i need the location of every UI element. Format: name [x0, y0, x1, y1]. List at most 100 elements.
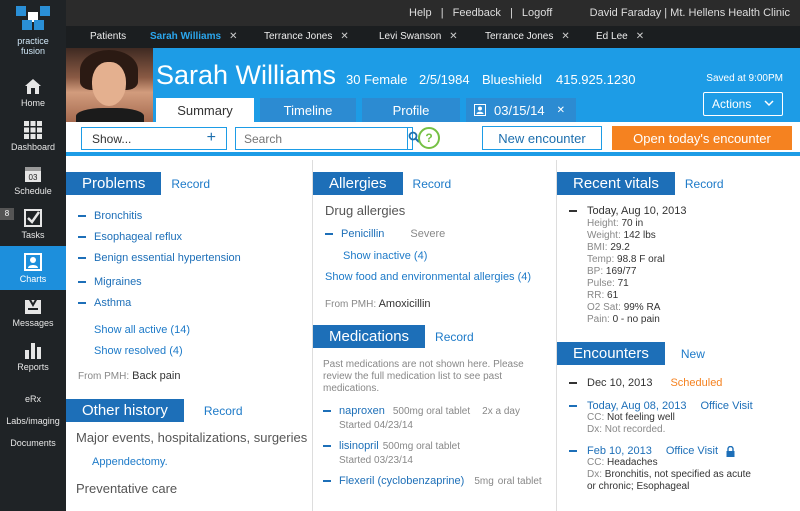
search-input[interactable]	[236, 128, 407, 149]
problems-from-pmh: From PMH: Back pain	[78, 370, 181, 382]
summary-content: Problems Record Bronchitis Esophageal re…	[66, 160, 800, 511]
problem-item[interactable]: Bronchitis	[78, 205, 310, 226]
other-history-title: Other history	[66, 399, 184, 422]
vital-row: BP: 169/77	[587, 266, 637, 277]
close-icon[interactable]: ✕	[557, 105, 565, 116]
tab-timeline[interactable]: Timeline	[260, 98, 356, 122]
medications-record-link[interactable]: Record	[435, 330, 474, 344]
logoff-link[interactable]: Logoff	[522, 7, 552, 19]
new-encounter-button[interactable]: New encounter	[482, 126, 602, 150]
plus-icon: +	[206, 129, 216, 146]
nav-tasks-label: Tasks	[21, 229, 45, 240]
vitals-header: Recent vitals Record	[557, 172, 800, 195]
help-icon[interactable]: ?	[418, 127, 440, 149]
medication-item[interactable]: lisinopril 500mg oral tablet Started 03/…	[323, 440, 544, 466]
nav-home[interactable]: Home	[0, 70, 66, 114]
patient-header: Sarah Williams 30 Female 2/5/1984 Bluesh…	[66, 48, 800, 122]
nav-erx[interactable]: eRx	[0, 388, 66, 410]
nav-documents[interactable]: Documents	[0, 432, 66, 454]
vitals-record-link[interactable]: Record	[685, 177, 724, 191]
encounter-item[interactable]: Feb 10, 2013 Office Visit CC: Headaches …	[569, 445, 800, 493]
medications-title: Medications	[313, 325, 426, 348]
show-dropdown[interactable]: Show... +	[81, 127, 227, 150]
allergy-severity: Severe	[410, 228, 446, 240]
encounter-status: Scheduled	[670, 377, 723, 389]
problem-item[interactable]: Migraines	[78, 271, 310, 292]
patient-age-sex: 30 Female	[346, 72, 408, 87]
vital-row: Weight: 142 lbs	[587, 230, 656, 241]
patient-tabs-bar: Patients Sarah Williams ✕ Terrance Jones ✕…	[66, 26, 800, 48]
actions-dropdown[interactable]: Actions	[703, 92, 783, 116]
close-icon[interactable]: ✕	[449, 31, 457, 42]
other-history-record-link[interactable]: Record	[204, 404, 243, 418]
logo-text: practice fusion	[17, 36, 49, 56]
chart-toolbar: Show... + ? New encounter Open today's e…	[66, 122, 800, 156]
patient-tab-sarah-williams[interactable]: Sarah Williams ✕	[150, 31, 237, 42]
top-links: Help | Feedback | Logoff	[409, 7, 558, 19]
nav-dashboard[interactable]: Dashboard	[0, 114, 66, 158]
column-left: Problems Record Bronchitis Esophageal re…	[66, 160, 310, 511]
nav-messages[interactable]: Messages	[0, 290, 66, 334]
medications-note: Past medications are not shown here. Ple…	[323, 359, 524, 394]
tasks-badge: 8	[0, 208, 14, 220]
left-sidebar: practice fusion Home Dashboard 03 Schedul…	[0, 0, 66, 511]
nav-schedule[interactable]: 03 Schedule	[0, 158, 66, 202]
vital-row: Temp: 98.8 F oral	[587, 254, 665, 265]
nav-charts[interactable]: Charts	[0, 246, 66, 290]
problem-item[interactable]: Asthma	[78, 292, 310, 313]
top-bar: Help | Feedback | Logoff David Faraday |…	[66, 0, 800, 26]
encounter-item[interactable]: Dec 10, 2013 Scheduled	[569, 377, 800, 389]
medication-item[interactable]: Flexeril (cyclobenzaprine) 5mg oral tabl…	[323, 475, 544, 487]
problem-item[interactable]: Esophageal reflux	[78, 226, 310, 247]
medication-item[interactable]: naproxen 500mg oral tablet 2x a day Star…	[323, 405, 544, 431]
help-link[interactable]: Help	[409, 7, 432, 19]
problems-header: Problems Record	[66, 172, 310, 195]
app-logo[interactable]: practice fusion	[0, 0, 66, 70]
patient-photo	[66, 48, 153, 122]
patient-tab-terrance-jones[interactable]: Terrance Jones ✕	[264, 31, 349, 42]
nav-tasks[interactable]: 8 Tasks	[0, 202, 66, 246]
user-info[interactable]: David Faraday | Mt. Hellens Health Clini…	[590, 7, 790, 19]
patients-tab[interactable]: Patients	[90, 31, 126, 42]
show-all-active-link[interactable]: Show all active (14)	[94, 324, 310, 336]
home-icon	[22, 77, 44, 95]
close-icon[interactable]: ✕	[636, 31, 644, 42]
show-inactive-allergies-link[interactable]: Show inactive (4)	[343, 250, 554, 262]
nav-messages-label: Messages	[12, 317, 54, 328]
encounters-new-link[interactable]: New	[681, 347, 705, 361]
person-icon	[22, 252, 44, 271]
allergy-item[interactable]: Penicillin Severe	[325, 228, 554, 240]
show-resolved-link[interactable]: Show resolved (4)	[94, 345, 310, 357]
close-icon[interactable]: ✕	[340, 31, 348, 42]
patient-tab-levi-swanson[interactable]: Levi Swanson ✕	[379, 31, 458, 42]
open-today-encounter-button[interactable]: Open today's encounter	[612, 126, 792, 150]
show-food-allergies-link[interactable]: Show food and environmental allergies (4…	[325, 271, 554, 283]
tab-encounter[interactable]: 03/15/14 ✕	[466, 98, 576, 122]
nav-home-label: Home	[20, 97, 45, 108]
vital-row: Pain: 0 - no pain	[587, 314, 660, 325]
vital-row: Height: 70 in	[587, 218, 644, 229]
problem-item[interactable]: Benign essential hypertension	[78, 247, 310, 268]
svg-text:03: 03	[29, 173, 38, 182]
patient-tab-ed-lee[interactable]: Ed Lee ✕	[596, 31, 644, 42]
encounter-item[interactable]: Today, Aug 08, 2013 Office Visit CC: Not…	[569, 400, 800, 436]
close-icon[interactable]: ✕	[561, 31, 569, 42]
patient-tab-terrance-jones-2[interactable]: Terrance Jones ✕	[485, 31, 570, 42]
drug-allergies-label: Drug allergies	[325, 203, 406, 218]
nav-labs-imaging[interactable]: Labs/imaging	[0, 410, 66, 432]
tab-profile[interactable]: Profile	[362, 98, 460, 122]
vital-row: O2 Sat: 99% RA	[587, 302, 661, 313]
appendectomy-link[interactable]: Appendectomy.	[92, 456, 310, 468]
close-icon[interactable]: ✕	[229, 31, 237, 42]
patient-insurance: Blueshield	[482, 72, 542, 87]
column-middle: Allergies Record Drug allergies Penicill…	[312, 160, 554, 511]
feedback-link[interactable]: Feedback	[453, 7, 501, 19]
patient-phone: 415.925.1230	[556, 72, 636, 87]
other-history-header: Other history Record	[66, 399, 310, 422]
search-box	[235, 127, 420, 150]
allergies-record-link[interactable]: Record	[413, 177, 452, 191]
nav-reports[interactable]: Reports	[0, 334, 66, 378]
problems-record-link[interactable]: Record	[171, 177, 210, 191]
lock-icon	[726, 445, 735, 457]
tab-summary[interactable]: Summary	[156, 98, 254, 122]
